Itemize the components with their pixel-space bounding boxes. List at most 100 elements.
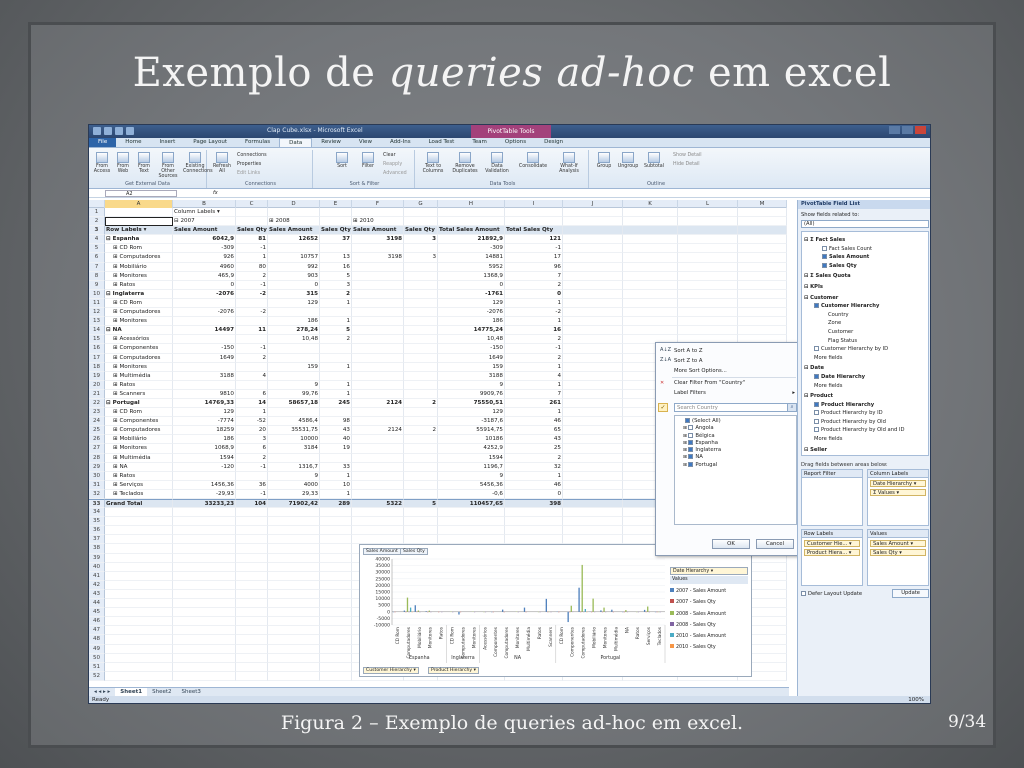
cell[interactable]: ⊞ Ratos bbox=[105, 280, 173, 290]
cell[interactable] bbox=[623, 280, 678, 290]
cell[interactable]: 1 bbox=[236, 253, 268, 263]
cell[interactable]: 36 bbox=[236, 480, 268, 490]
cell[interactable] bbox=[352, 371, 404, 381]
cell[interactable] bbox=[173, 526, 236, 536]
cell[interactable]: 5456,36 bbox=[438, 480, 505, 490]
row-number[interactable]: 32 bbox=[89, 489, 105, 499]
field-checkbox[interactable] bbox=[822, 245, 827, 251]
country-item[interactable]: ⊞ Angola bbox=[677, 425, 794, 432]
cell[interactable] bbox=[678, 289, 738, 299]
cell[interactable] bbox=[352, 417, 404, 427]
cell[interactable]: 4252,9 bbox=[438, 444, 505, 454]
cell[interactable]: 6042,9 bbox=[173, 235, 236, 245]
cell[interactable]: -1 bbox=[236, 244, 268, 254]
cell[interactable]: 33233,23 bbox=[173, 499, 236, 509]
cell[interactable]: 2 bbox=[505, 353, 563, 363]
cell[interactable]: 3188 bbox=[438, 371, 505, 381]
field-chip[interactable]: Sales Amount ▾ bbox=[870, 540, 926, 547]
row-number[interactable]: 50 bbox=[89, 653, 105, 663]
field-item[interactable]: ⊟ Product bbox=[804, 392, 926, 401]
sheet-tab[interactable]: Sheet3 bbox=[177, 688, 206, 696]
update-button[interactable]: Update bbox=[892, 589, 929, 598]
cell[interactable]: 10,48 bbox=[438, 335, 505, 345]
cell[interactable] bbox=[105, 662, 173, 672]
cell[interactable]: 81 bbox=[236, 235, 268, 245]
select-all-item[interactable]: (Select All) bbox=[677, 418, 794, 425]
cell[interactable]: 9 bbox=[268, 380, 320, 390]
column-header[interactable]: G bbox=[404, 200, 438, 208]
cell[interactable] bbox=[738, 271, 787, 281]
cell[interactable]: 121 bbox=[505, 235, 563, 245]
cell[interactable] bbox=[352, 326, 404, 336]
sheet-tab[interactable]: Sheet1 bbox=[115, 688, 148, 696]
cell[interactable]: ⊞ Ratos bbox=[105, 471, 173, 481]
column-header[interactable]: I bbox=[505, 200, 563, 208]
report-filter-area[interactable]: Report Filter bbox=[801, 469, 863, 526]
row-number[interactable]: 33 bbox=[89, 499, 105, 509]
pivot-chart[interactable]: Sales Amount Sales Qty 40000 35000 30000 25… bbox=[359, 544, 752, 677]
cell[interactable]: ⊞ Serviços bbox=[105, 480, 173, 490]
cell[interactable] bbox=[404, 362, 438, 372]
cell[interactable] bbox=[173, 608, 236, 618]
more-sort-options-item[interactable]: More Sort Options... bbox=[674, 368, 727, 374]
cell[interactable] bbox=[352, 353, 404, 363]
field-item[interactable]: Sales Qty bbox=[804, 262, 926, 271]
cell[interactable] bbox=[563, 408, 623, 418]
cell[interactable] bbox=[268, 526, 320, 536]
row-number[interactable]: 27 bbox=[89, 444, 105, 454]
row-number[interactable]: 19 bbox=[89, 371, 105, 381]
existing-connections-button[interactable]: Existing Connections bbox=[183, 152, 213, 174]
cell[interactable]: Sales Amount bbox=[173, 226, 236, 236]
cell[interactable]: 398 bbox=[505, 499, 563, 509]
cell[interactable]: 4 bbox=[505, 371, 563, 381]
cell[interactable] bbox=[236, 589, 268, 600]
cell[interactable]: 2 bbox=[404, 426, 438, 436]
cell[interactable] bbox=[320, 244, 352, 254]
cell[interactable] bbox=[105, 208, 173, 218]
cell[interactable]: 46 bbox=[505, 480, 563, 490]
cell[interactable] bbox=[404, 480, 438, 490]
cell[interactable] bbox=[173, 471, 236, 481]
field-chip[interactable]: Sales Qty ▾ bbox=[870, 549, 926, 556]
cell[interactable] bbox=[320, 653, 352, 663]
cell[interactable] bbox=[563, 480, 623, 490]
cell[interactable] bbox=[563, 253, 623, 263]
cell[interactable]: 245 bbox=[320, 398, 352, 409]
field-item[interactable]: Seller SK bbox=[804, 454, 926, 455]
cell[interactable]: 33 bbox=[320, 462, 352, 472]
cell[interactable] bbox=[505, 508, 563, 518]
cell[interactable] bbox=[352, 508, 404, 518]
cell[interactable]: 2 bbox=[320, 335, 352, 345]
cell[interactable]: ⊟ Espanha bbox=[105, 235, 173, 245]
cell[interactable] bbox=[105, 508, 173, 518]
row-number[interactable]: 46 bbox=[89, 617, 105, 627]
cell[interactable] bbox=[320, 453, 352, 463]
cell[interactable]: 926 bbox=[173, 253, 236, 263]
cell[interactable] bbox=[236, 617, 268, 627]
column-header[interactable]: H bbox=[438, 200, 505, 208]
cell[interactable]: 1456,36 bbox=[173, 480, 236, 490]
cell[interactable] bbox=[678, 326, 738, 336]
field-item[interactable]: ⊟ KPIs bbox=[804, 283, 926, 292]
consolidate-button[interactable]: Consolidate bbox=[517, 152, 549, 169]
cell[interactable]: Total Sales Qty bbox=[505, 226, 563, 236]
row-number[interactable]: 35 bbox=[89, 517, 105, 527]
cell[interactable] bbox=[320, 535, 352, 545]
cell[interactable]: 903 bbox=[268, 271, 320, 281]
cell[interactable] bbox=[738, 289, 787, 299]
cell[interactable] bbox=[105, 608, 173, 618]
cell[interactable] bbox=[678, 280, 738, 290]
row-number[interactable]: 25 bbox=[89, 426, 105, 436]
cell[interactable] bbox=[678, 317, 738, 327]
cell[interactable]: ⊟ Portugal bbox=[105, 398, 173, 409]
search-icon[interactable]: ⌕ bbox=[787, 404, 796, 411]
cell[interactable] bbox=[320, 308, 352, 318]
cell[interactable] bbox=[236, 508, 268, 518]
cell[interactable]: 14497 bbox=[173, 326, 236, 336]
cell[interactable] bbox=[563, 398, 623, 409]
cell[interactable]: ⊞ CD Rom bbox=[105, 408, 173, 418]
cell[interactable] bbox=[738, 326, 787, 336]
cell[interactable] bbox=[236, 526, 268, 536]
cell[interactable]: 71902,42 bbox=[268, 499, 320, 509]
cell[interactable]: 3 bbox=[404, 235, 438, 245]
